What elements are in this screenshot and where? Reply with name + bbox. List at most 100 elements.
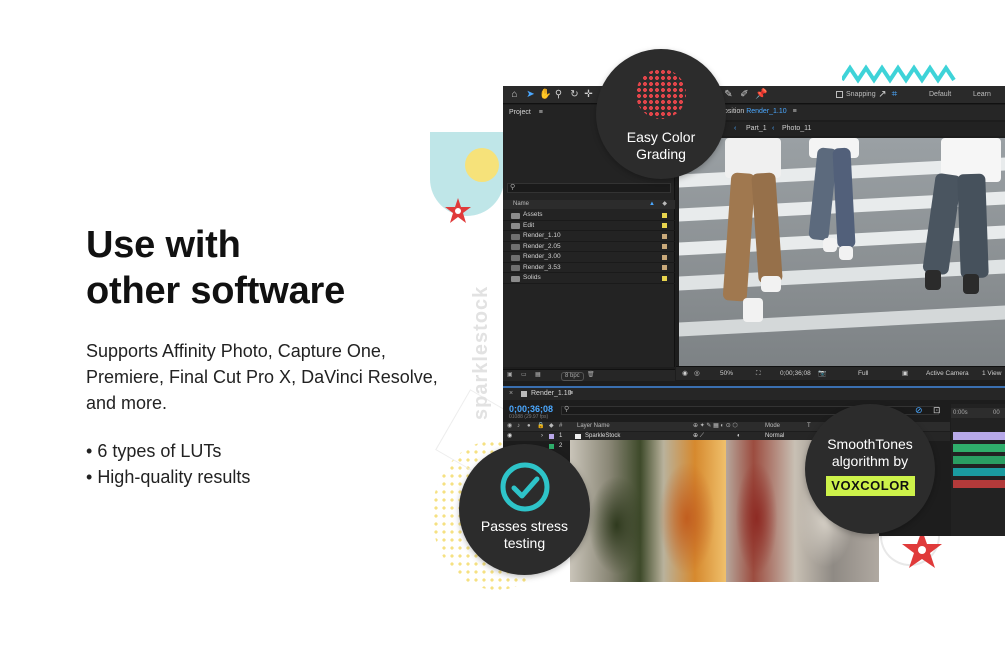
chevron-left-icon[interactable]: ‹	[772, 122, 774, 136]
panel-menu-icon[interactable]: ≡	[569, 388, 573, 400]
timeline-tab[interactable]: Render_1.10	[531, 388, 571, 400]
composition-viewer[interactable]	[679, 138, 1005, 366]
audio-icon[interactable]: ♪	[517, 422, 520, 431]
chevron-left-icon[interactable]: ‹	[734, 122, 736, 136]
badge-stress-testing: Passes stress testing	[459, 444, 590, 575]
layer-index: 2	[559, 443, 563, 449]
project-panel-title: Project ≡	[509, 109, 543, 116]
project-item[interactable]: Solids	[503, 273, 675, 284]
region-icon[interactable]: ⛶	[756, 367, 761, 380]
label-color-swatch[interactable]	[662, 223, 667, 228]
panel-menu-icon[interactable]: ≡	[793, 108, 797, 115]
hand-tool-icon[interactable]: ✋	[539, 89, 551, 100]
workspace-default[interactable]: Default	[929, 89, 951, 100]
label-color-swatch[interactable]	[662, 244, 667, 249]
home-icon[interactable]: ⌂	[509, 89, 520, 100]
workspace-learn[interactable]: Learn	[973, 89, 991, 100]
project-item[interactable]: Render_3.00	[503, 252, 675, 263]
label-color-swatch[interactable]	[662, 265, 667, 270]
sort-icon[interactable]: ▲	[649, 200, 655, 209]
search-icon: ⚲	[564, 406, 570, 413]
layer-track-bar[interactable]	[953, 480, 1005, 488]
bit-depth-button[interactable]: 8 bpc	[561, 372, 584, 381]
page-title-line2: other software	[86, 270, 346, 312]
layer-index: 1	[559, 433, 563, 439]
grid-icon[interactable]: ▣	[902, 367, 908, 380]
badge-line: SmoothTones	[827, 436, 913, 452]
interpret-icon[interactable]: ▣	[507, 371, 513, 378]
composition-tab[interactable]: osition Render_1.10 ≡	[724, 105, 797, 119]
label-icon[interactable]: ◆	[549, 422, 554, 431]
snap-grid-icon[interactable]: ⌗	[889, 89, 900, 100]
breadcrumb-photo[interactable]: Photo_11	[782, 122, 811, 136]
zoom-tool-icon[interactable]: ⚲	[553, 89, 564, 100]
snapping-checkbox[interactable]	[836, 91, 843, 98]
visibility-icon[interactable]: ◉	[507, 422, 512, 431]
project-item[interactable]: Edit	[503, 221, 675, 231]
layer-track-bar[interactable]	[953, 444, 1005, 452]
anchor-tool-icon[interactable]: ✛	[583, 89, 594, 100]
project-item[interactable]: Assets	[503, 210, 675, 221]
brush-tool-icon[interactable]: ✐	[739, 89, 750, 100]
mask-icon[interactable]: ◎	[694, 367, 700, 380]
label-color-swatch[interactable]	[549, 434, 554, 439]
ruler-start-label: 0:00s	[953, 410, 968, 416]
badge-line: algorithm by	[831, 453, 909, 469]
breadcrumb-part[interactable]: Part_1	[746, 122, 767, 136]
tag-icon[interactable]: ◆	[662, 200, 667, 209]
project-search-input[interactable]: ⚲	[507, 183, 671, 193]
project-item[interactable]: Render_2.05	[503, 242, 675, 252]
layer-track-bar[interactable]	[953, 456, 1005, 464]
pin-tool-icon[interactable]: 📌	[755, 89, 767, 100]
label-color-swatch[interactable]	[662, 233, 667, 239]
layer-track-bar[interactable]	[953, 468, 1005, 476]
views-select[interactable]: 1 View	[982, 367, 1001, 380]
mode-column[interactable]: Mode	[765, 422, 780, 431]
ruler-next-label: 00	[993, 410, 1000, 416]
editor-toolbar: ⌂ ➤ ✋ ⚲ ↻ ✛ ✎ ✐ 📌 Snapping ↗ ⌗ Default L…	[503, 86, 1005, 104]
motion-blur-icon[interactable]: ⊘	[915, 405, 923, 416]
t-column[interactable]: T	[807, 422, 811, 431]
feature-item: High-quality results	[86, 464, 250, 490]
snapshot-icon[interactable]: 📷	[818, 367, 826, 380]
switches-icon[interactable]: ⊕ ✦ ✎ ▦ ◐ ⊙ ⬡	[693, 422, 738, 431]
layer-thumbnail	[575, 434, 581, 439]
camera-select[interactable]: Active Camera	[926, 367, 969, 380]
label-color-swatch[interactable]	[662, 275, 667, 281]
label-color-swatch[interactable]	[662, 212, 667, 218]
layer-track-bar[interactable]	[953, 432, 1005, 440]
label-color-swatch[interactable]	[662, 254, 667, 260]
project-item[interactable]: Render_1.10	[503, 231, 675, 242]
expand-icon[interactable]: ›	[541, 432, 543, 441]
solo-icon[interactable]: ●	[527, 422, 531, 431]
lock-icon[interactable]: 🔒	[537, 422, 544, 431]
project-column-header[interactable]: Name ▲ ◆	[503, 200, 675, 209]
snap-icon[interactable]: ↗	[877, 89, 888, 100]
viewer-controls: ◉ ◎ 50% ⛶ 0;00;36;08 📷 Full ▣ Active Cam…	[676, 366, 1005, 380]
new-folder-icon[interactable]: ▭	[521, 371, 527, 378]
timeline-tab-bar: × Render_1.10 ≡	[503, 386, 1005, 400]
feature-item: 6 types of LUTs	[86, 438, 250, 464]
new-comp-icon[interactable]: ▦	[535, 371, 541, 378]
close-icon[interactable]: ×	[509, 388, 513, 400]
rotate-tool-icon[interactable]: ↻	[569, 89, 580, 100]
trash-icon[interactable]: 🗑	[587, 371, 595, 378]
project-item[interactable]: Render_3.53	[503, 263, 675, 273]
visibility-icon[interactable]: ◉	[507, 432, 512, 441]
decor-star-icon	[445, 198, 471, 223]
badge-line: Easy Color	[626, 129, 696, 145]
time-ruler[interactable]: 0:00s 00	[951, 408, 1005, 418]
timeline-timecode[interactable]: 0;00;36;08	[509, 404, 553, 414]
timeline-track-area[interactable]: 0:00s 00	[951, 404, 1005, 536]
pen-tool-icon[interactable]: ✎	[723, 89, 734, 100]
project-item-label: Render_1.10	[523, 232, 561, 239]
layer-name-column[interactable]: Layer Name	[577, 422, 610, 431]
selection-tool-icon[interactable]: ➤	[525, 89, 536, 100]
decor-zigzag	[842, 64, 956, 84]
zoom-level[interactable]: 50%	[720, 367, 733, 380]
viewer-timecode[interactable]: 0;00;36;08	[780, 367, 811, 380]
resolution-select[interactable]: Full	[858, 367, 868, 380]
camera-icon[interactable]: ◉	[682, 367, 688, 380]
panel-menu-icon[interactable]: ≡	[539, 109, 543, 116]
graph-editor-icon[interactable]: ⊡	[933, 405, 941, 416]
